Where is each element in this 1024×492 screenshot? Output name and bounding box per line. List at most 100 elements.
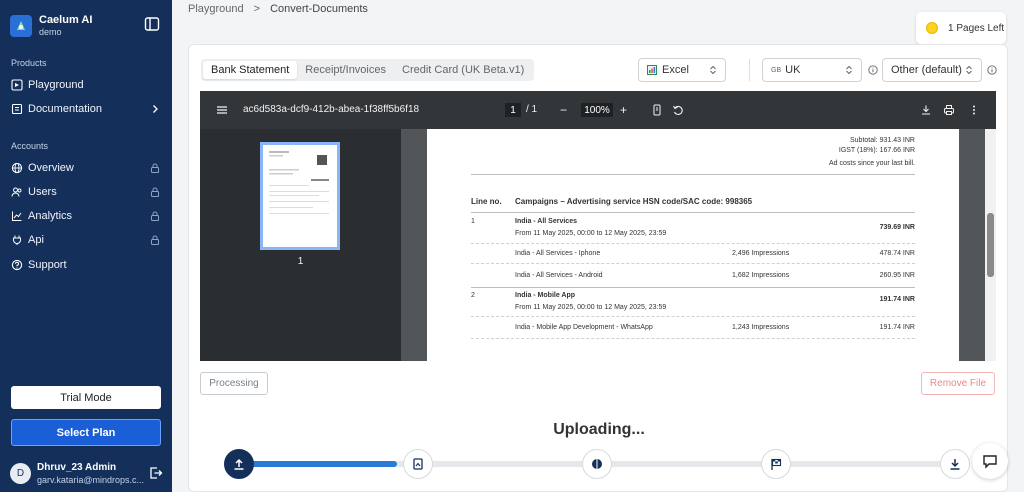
- rotate-icon[interactable]: [672, 104, 684, 116]
- info-icon[interactable]: [987, 65, 997, 75]
- doc-col-campaign: Campaigns – Advertising service HSN code…: [515, 197, 753, 206]
- users-icon: [11, 186, 23, 198]
- menu-icon[interactable]: [216, 104, 228, 116]
- chevron-updown-icon: [708, 65, 718, 75]
- document-icon: [413, 458, 423, 470]
- user-email: garv.kataria@mindrops.c...: [37, 475, 145, 485]
- upload-status: Uploading...: [553, 421, 645, 438]
- excel-icon: [647, 65, 657, 75]
- lock-icon: [149, 234, 161, 246]
- section-label-accounts: Accounts: [11, 141, 49, 151]
- lock-icon: [149, 186, 161, 198]
- brand[interactable]: Caelum AI demo: [10, 14, 92, 38]
- brand-logo-icon: [10, 15, 32, 37]
- doc-row-line: 2: [471, 292, 475, 299]
- zoom-input[interactable]: 100%: [581, 103, 613, 117]
- profile-select[interactable]: Other (default): [882, 58, 982, 82]
- doc-row-title: India - Mobile App Development - WhatsAp…: [515, 324, 653, 331]
- doc-row-title: India - All Services - Iphone: [515, 250, 601, 257]
- chevron-updown-icon: [844, 65, 854, 75]
- doc-row-title: India - All Services - Android: [515, 272, 603, 279]
- doc-igst: IGST (18%): 167.66 INR: [838, 147, 915, 154]
- pdf-toolbar: ac6d583a-dcf9-412b-abea-1f38ff5b6f18 1 /…: [200, 91, 996, 129]
- doc-row-impressions: 1,682 Impressions: [732, 272, 790, 279]
- tab-credit-card[interactable]: Credit Card (UK Beta.v1): [394, 61, 532, 79]
- download-icon[interactable]: [920, 104, 932, 116]
- sidebar-item-analytics[interactable]: Analytics: [11, 207, 161, 225]
- region-value: UK: [785, 64, 801, 76]
- doc-divider: [471, 174, 915, 175]
- profile-value: Other (default): [891, 64, 962, 76]
- sidebar-item-users[interactable]: Users: [11, 183, 161, 201]
- coin-icon: [926, 22, 938, 34]
- sidebar-item-label: Api: [28, 234, 44, 246]
- tab-receipt-invoices[interactable]: Receipt/Invoices: [297, 61, 394, 79]
- doc-row-amount: 191.74 INR: [879, 324, 915, 331]
- doc-row-period: From 11 May 2025, 00:00 to 12 May 2025, …: [515, 230, 667, 237]
- fit-page-icon[interactable]: [651, 104, 663, 116]
- region-select[interactable]: GB UK: [762, 58, 862, 82]
- more-vertical-icon[interactable]: [968, 104, 980, 116]
- doc-ad-costs: Ad costs since your last bill.: [829, 160, 915, 167]
- select-plan-button[interactable]: Select Plan: [11, 419, 161, 446]
- doc-row-divider: [471, 243, 915, 244]
- sidebar-item-api[interactable]: Api: [11, 231, 161, 249]
- tab-bank-statement[interactable]: Bank Statement: [203, 61, 298, 79]
- chart-icon: [11, 210, 23, 222]
- doc-row-amount: 739.69 INR: [879, 224, 915, 231]
- playground-icon: [11, 79, 23, 91]
- chat-button[interactable]: [972, 443, 1008, 479]
- breadcrumb-playground[interactable]: Playground: [188, 3, 244, 15]
- doc-row-impressions: 1,243 Impressions: [732, 324, 790, 331]
- pages-left-badge: 1 Pages Left: [916, 12, 1006, 44]
- sidebar-item-label: Overview: [28, 162, 74, 174]
- doc-subtotal: Subtotal: 931.43 INR: [850, 137, 915, 144]
- thumbnail-preview: [269, 151, 329, 214]
- brand-name: Caelum AI: [39, 14, 93, 26]
- breadcrumb-separator: >: [253, 3, 261, 15]
- doc-row-divider: [471, 316, 915, 317]
- step-document: [403, 449, 433, 479]
- step-upload: [224, 449, 254, 479]
- page-number-input[interactable]: 1: [505, 103, 521, 117]
- logout-icon[interactable]: [149, 466, 163, 480]
- sidebar-item-label: Analytics: [28, 210, 73, 222]
- globe-icon: [11, 162, 23, 174]
- sidebar-toggle-icon[interactable]: [144, 16, 160, 32]
- user-profile[interactable]: D Dhruv_23 Admin garv.kataria@mindrops.c…: [10, 461, 165, 487]
- doc-row-title: India - All Services: [515, 218, 577, 225]
- user-name: Dhruv_23 Admin: [37, 462, 117, 473]
- breadcrumb: Playground > Convert-Documents: [188, 3, 368, 15]
- print-icon[interactable]: [943, 104, 955, 116]
- sidebar-item-documentation[interactable]: Documentation: [11, 100, 161, 118]
- zoom-in-button[interactable]: +: [620, 104, 632, 116]
- info-icon[interactable]: [868, 65, 878, 75]
- thumbnail-page-number: 1: [297, 256, 304, 267]
- plug-icon: [11, 234, 23, 246]
- toolbar-divider: [749, 59, 750, 81]
- page-total: / 1: [526, 104, 538, 115]
- processing-button[interactable]: Processing: [200, 372, 268, 395]
- lock-icon: [149, 210, 161, 222]
- pages-left-text: 1 Pages Left: [948, 22, 1005, 34]
- pdf-viewer: ac6d583a-dcf9-412b-abea-1f38ff5b6f18 1 /…: [200, 91, 996, 361]
- page-thumbnail[interactable]: [260, 142, 340, 250]
- pdf-scrollbar-thumb[interactable]: [987, 213, 994, 277]
- step-download: [940, 449, 970, 479]
- sidebar-item-label: Users: [28, 186, 57, 198]
- section-label-products: Products: [11, 58, 47, 68]
- format-select[interactable]: Excel: [638, 58, 726, 82]
- breadcrumb-current: Convert-Documents: [270, 3, 368, 15]
- doc-row-title: India - Mobile App: [515, 292, 576, 299]
- remove-file-button[interactable]: Remove File: [921, 372, 995, 395]
- lock-icon: [149, 162, 161, 174]
- trial-mode-button[interactable]: Trial Mode: [11, 386, 161, 409]
- zoom-out-button[interactable]: −: [560, 104, 572, 116]
- pdf-page: Subtotal: 931.43 INR IGST (18%): 167.66 …: [427, 129, 959, 361]
- sidebar-item-support[interactable]: Support: [11, 256, 161, 274]
- pdf-scrollbar[interactable]: [985, 129, 996, 361]
- sidebar-item-playground[interactable]: Playground: [11, 76, 161, 94]
- book-icon: [11, 103, 23, 115]
- sidebar-item-label: Support: [28, 259, 67, 271]
- sidebar-item-overview[interactable]: Overview: [11, 159, 161, 177]
